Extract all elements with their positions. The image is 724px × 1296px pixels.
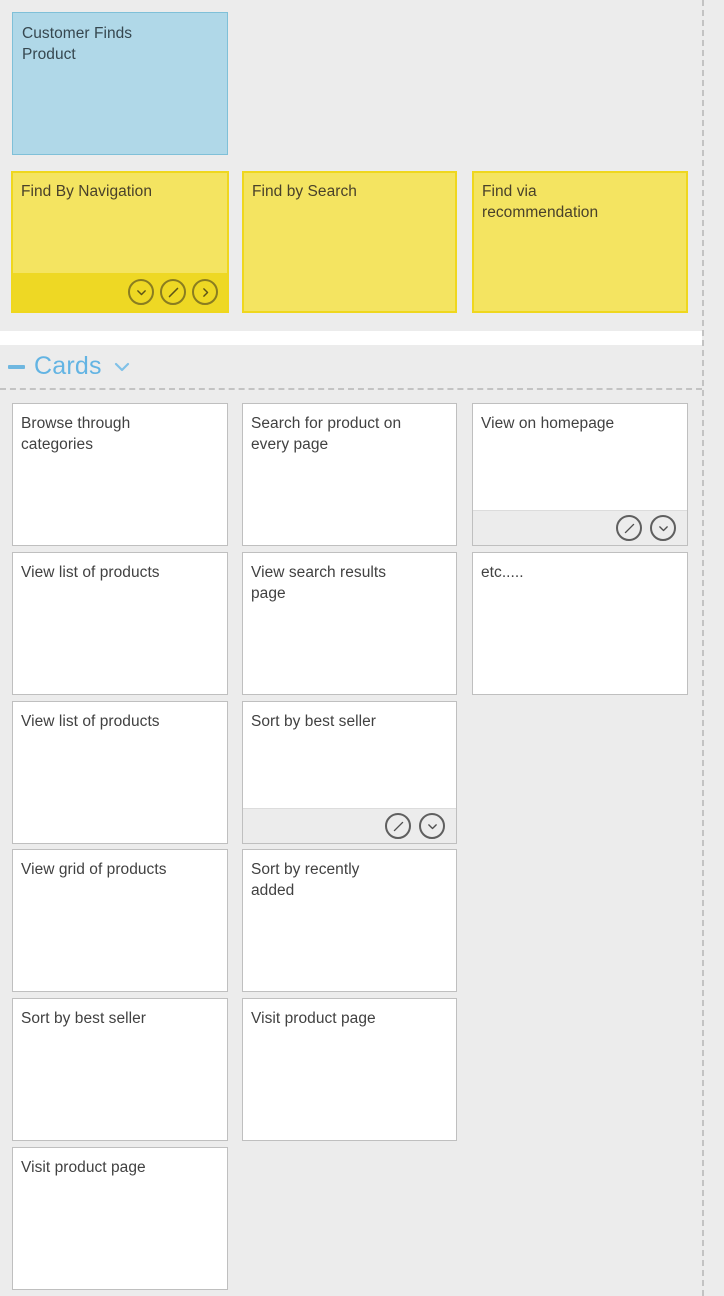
task-card[interactable]: View search results page [242,552,457,695]
task-card[interactable]: View list of products [12,552,228,695]
chevron-down-icon[interactable] [650,515,676,541]
story-card-find-by-search[interactable]: Find by Search [242,171,457,313]
edit-icon[interactable] [385,813,411,839]
story-card-find-via-recommendation[interactable]: Find via recommendation [472,171,688,313]
task-card-toolbar [473,510,687,545]
edit-icon[interactable] [160,279,186,305]
task-card[interactable]: etc..... [472,552,688,695]
cards-swimlane: Cards Browse through categories View lis… [0,345,702,1296]
task-card-title: Sort by recently added [251,861,360,899]
task-card-title: View grid of products [21,861,167,878]
goal-card[interactable]: Customer Finds Product [12,12,228,155]
task-card[interactable]: Visit product page [242,998,457,1141]
story-card-find-by-navigation[interactable]: Find By Navigation [11,171,229,313]
task-card[interactable]: Sort by best seller [12,998,228,1141]
task-card-title: Visit product page [21,1159,146,1176]
task-card-title: View on homepage [481,415,615,432]
task-card-sort-by-best-seller[interactable]: Sort by best seller [242,701,457,844]
task-card[interactable]: View grid of products [12,849,228,992]
task-card-title: Visit product page [251,1010,376,1027]
goal-card-title: Customer Finds Product [22,25,133,63]
board-right-boundary [702,0,704,1296]
task-card-title: View search results page [251,564,387,602]
task-card-title: View list of products [21,713,160,730]
task-card-title: Browse through categories [21,415,131,453]
goal-swimlane: Customer Finds Product Find By Navigatio… [0,0,702,331]
task-card-title: Search for product on every page [251,415,402,453]
task-card[interactable]: Visit product page [12,1147,228,1290]
story-card-title: Find by Search [252,183,357,200]
task-card-toolbar [243,808,456,843]
swimlane-gap [0,331,702,345]
task-card[interactable]: View list of products [12,701,228,844]
story-card-toolbar [13,273,227,311]
task-card-view-on-homepage[interactable]: View on homepage [472,403,688,546]
minus-icon[interactable] [8,364,25,369]
task-card-title: Sort by best seller [251,713,377,730]
chevron-down-icon[interactable] [419,813,445,839]
task-card-title: Sort by best seller [21,1010,147,1027]
cards-section-title: Cards [34,352,102,380]
story-card-title: Find By Navigation [21,183,152,200]
section-divider [0,388,702,390]
cards-section-header[interactable]: Cards [0,345,702,388]
edit-icon[interactable] [616,515,642,541]
task-card[interactable]: Search for product on every page [242,403,457,546]
task-card[interactable]: Browse through categories [12,403,228,546]
chevron-down-icon[interactable] [128,279,154,305]
story-card-title: Find via recommendation [482,183,599,221]
chevron-down-icon[interactable] [111,356,133,378]
chevron-right-icon[interactable] [192,279,218,305]
task-card[interactable]: Sort by recently added [242,849,457,992]
task-card-title: View list of products [21,564,160,581]
task-card-title: etc..... [481,564,524,581]
